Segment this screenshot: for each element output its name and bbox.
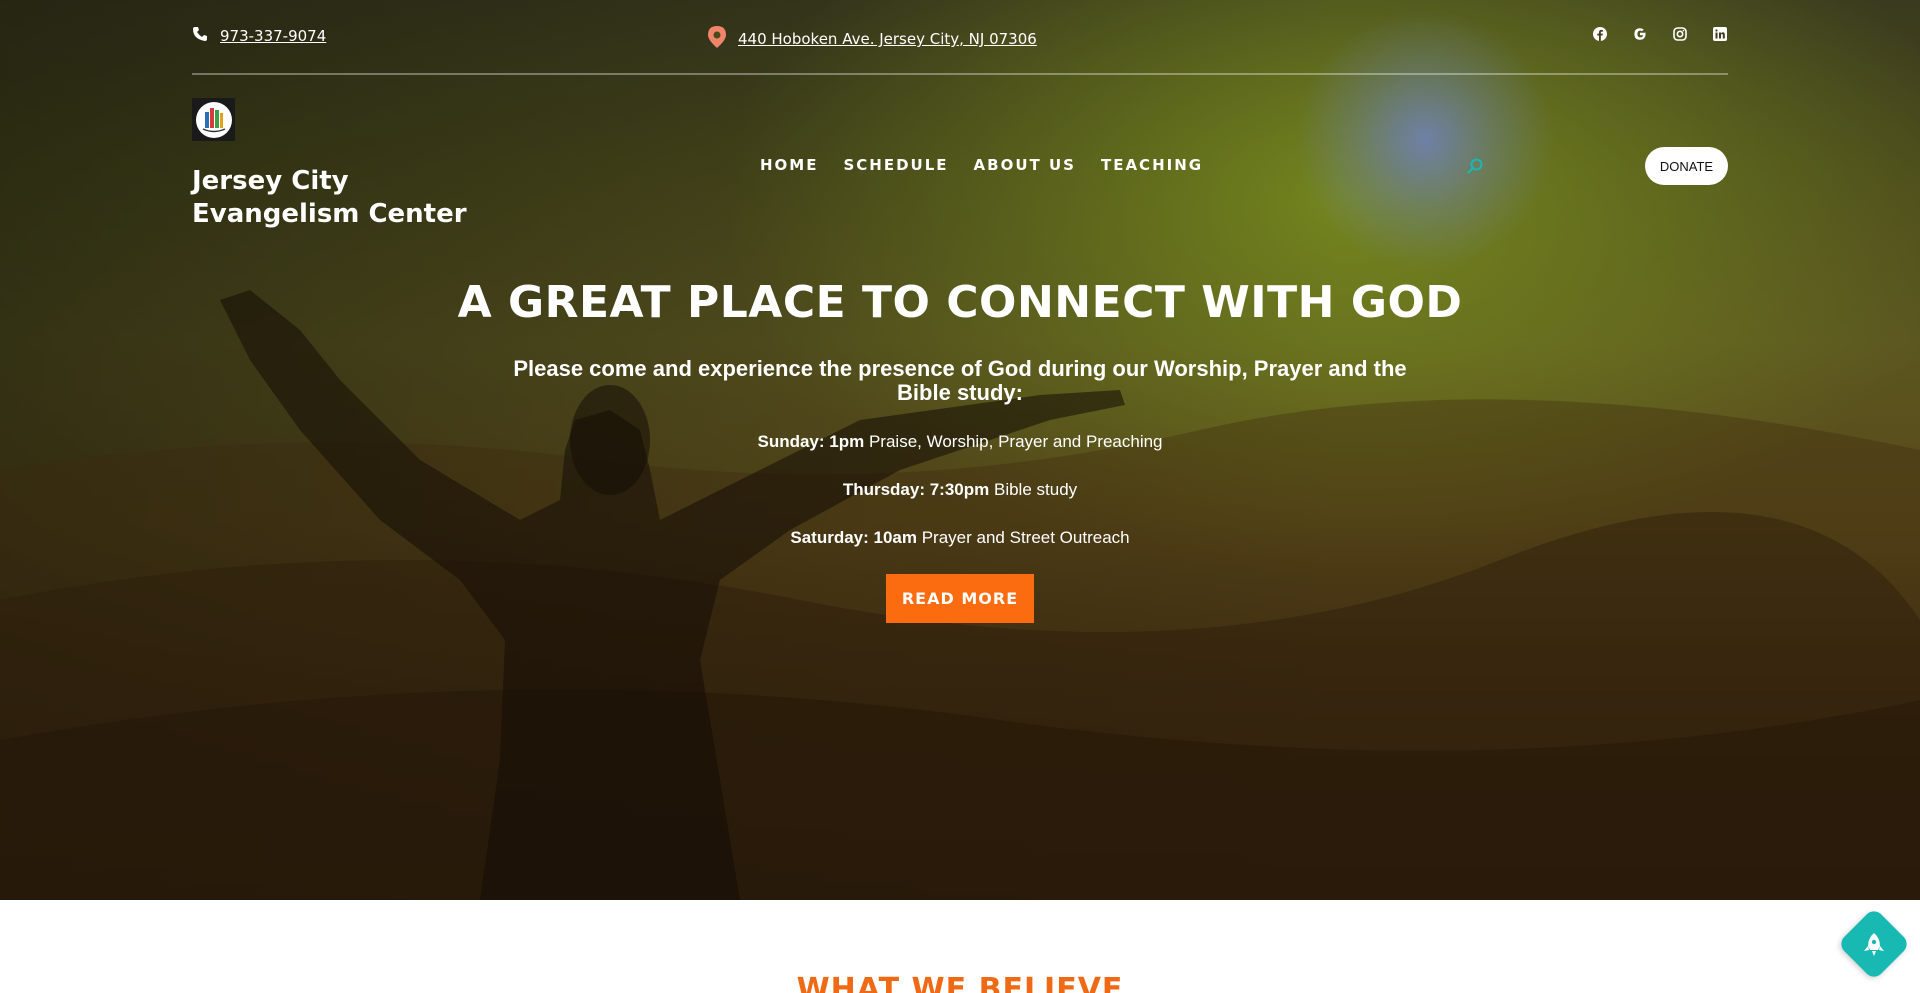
facebook-icon[interactable]	[1592, 26, 1608, 42]
social-links	[1592, 26, 1728, 42]
schedule-item: Sunday: 1pm Praise, Worship, Prayer and …	[0, 432, 1920, 452]
top-bar: 973-337-9074 440 Hoboken Ave. Jersey Cit…	[192, 22, 1728, 52]
schedule-day: Sunday: 1pm	[757, 432, 865, 451]
nav-item-teaching[interactable]: TEACHING	[1101, 156, 1203, 174]
linkedin-icon[interactable]	[1712, 26, 1728, 42]
read-more-button[interactable]: READ MORE	[886, 574, 1034, 623]
instagram-icon[interactable]	[1672, 26, 1688, 42]
schedule-description: Prayer and Street Outreach	[917, 528, 1130, 547]
schedule-description: Praise, Worship, Prayer and Preaching	[864, 432, 1163, 451]
site-logo[interactable]	[192, 98, 235, 141]
phone-icon	[192, 26, 208, 46]
rocket-icon	[1864, 933, 1884, 956]
nav-item-about-us[interactable]: ABOUT US	[974, 156, 1076, 174]
schedule-day: Thursday: 7:30pm	[842, 480, 990, 499]
google-icon[interactable]	[1632, 26, 1648, 42]
address-contact[interactable]: 440 Hoboken Ave. Jersey City, NJ 07306	[708, 26, 1037, 52]
main-nav: HOME SCHEDULE ABOUT US TEACHING	[760, 156, 1203, 174]
schedule-description: Bible study	[989, 480, 1078, 499]
hero-title: A GREAT PLACE TO CONNECT WITH GOD	[457, 277, 1463, 328]
schedule-day: Saturday: 10am	[790, 528, 917, 547]
schedule-item: Saturday: 10am Prayer and Street Outreac…	[0, 528, 1920, 548]
site-title[interactable]: Jersey City Evangelism Center	[192, 165, 522, 231]
phone-link[interactable]: 973-337-9074	[220, 27, 326, 45]
nav-item-schedule[interactable]: SCHEDULE	[843, 156, 948, 174]
hero-subtitle: Please come and experience the presence …	[513, 356, 1407, 405]
search-icon[interactable]	[1466, 157, 1484, 175]
phone-contact[interactable]: 973-337-9074	[192, 26, 326, 46]
map-pin-icon	[708, 26, 726, 52]
schedule-item: Thursday: 7:30pm Bible study	[0, 480, 1920, 500]
nav-item-home[interactable]: HOME	[760, 156, 818, 174]
address-link[interactable]: 440 Hoboken Ave. Jersey City, NJ 07306	[738, 30, 1037, 48]
header-divider	[192, 73, 1728, 75]
donate-button[interactable]: DONATE	[1645, 147, 1728, 185]
hero-section: 973-337-9074 440 Hoboken Ave. Jersey Cit…	[0, 0, 1920, 900]
section-heading: WHAT WE BELIEVE	[796, 972, 1124, 993]
scroll-to-top-button[interactable]	[1837, 907, 1911, 981]
